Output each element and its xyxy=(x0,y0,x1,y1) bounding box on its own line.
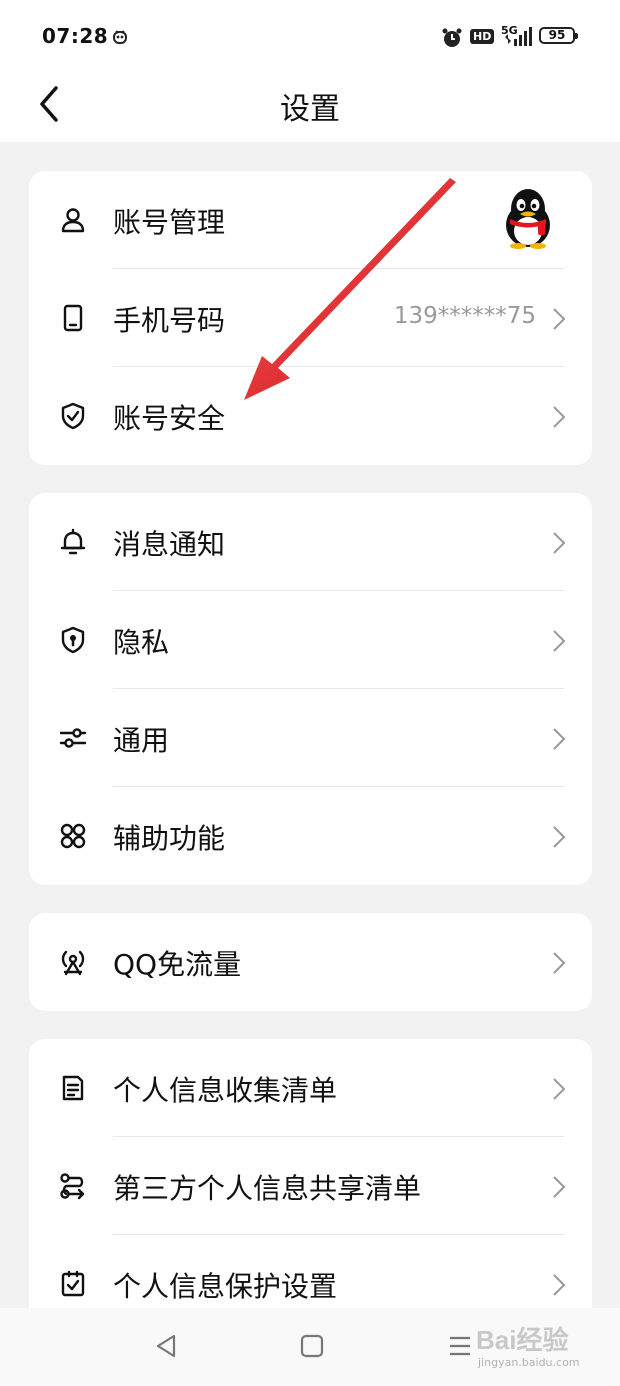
sliders-icon xyxy=(59,728,87,748)
chevron-right-icon xyxy=(553,532,566,554)
general-section: 消息通知 隐私 通用 辅助功能 xyxy=(29,493,592,885)
data-free-section: QQ免流量 xyxy=(29,913,592,1011)
row-label: 个人信息收集清单 xyxy=(113,1074,338,1107)
phone-icon xyxy=(63,304,83,332)
row-label: 通用 xyxy=(113,724,170,757)
app-notification-icon xyxy=(113,30,127,44)
document-icon xyxy=(62,1075,84,1101)
chevron-right-icon xyxy=(553,952,566,974)
info-collection-list-row[interactable]: 个人信息收集清单 xyxy=(29,1039,592,1137)
row-label: 隐私 xyxy=(113,626,170,659)
chevron-right-icon xyxy=(553,630,566,652)
row-label: QQ免流量 xyxy=(113,948,242,981)
general-row[interactable]: 通用 xyxy=(29,689,592,787)
account-security-row[interactable]: 账号安全 xyxy=(29,367,592,465)
chevron-right-icon xyxy=(553,826,566,848)
avatar[interactable] xyxy=(502,187,554,249)
chevron-right-icon xyxy=(553,308,566,330)
status-time: 07:28 xyxy=(42,24,109,48)
nav-back-button[interactable] xyxy=(146,1326,186,1366)
third-party-sharing-list-row[interactable]: 第三方个人信息共享清单 xyxy=(29,1137,592,1235)
chevron-right-icon xyxy=(553,1274,566,1296)
nav-menu-button[interactable] xyxy=(440,1326,480,1366)
row-label: 第三方个人信息共享清单 xyxy=(113,1172,422,1205)
qq-data-free-row[interactable]: QQ免流量 xyxy=(29,913,592,1011)
nav-home-button[interactable] xyxy=(292,1326,332,1366)
row-label: 辅助功能 xyxy=(113,822,226,855)
phone-number-row[interactable]: 手机号码 139******75 xyxy=(29,269,592,367)
accessibility-row[interactable]: 辅助功能 xyxy=(29,787,592,885)
status-bar: 07:28 HD 5G 95 xyxy=(0,0,620,76)
shield-check-icon xyxy=(61,402,85,430)
personal-info-section: 个人信息收集清单 第三方个人信息共享清单 个人信息保护设置 xyxy=(29,1039,592,1339)
chevron-right-icon xyxy=(553,406,566,428)
alarm-icon xyxy=(442,28,462,47)
chevron-right-icon xyxy=(553,728,566,750)
battery-indicator: 95 xyxy=(539,27,578,44)
row-label: 手机号码 xyxy=(113,304,226,337)
account-section: 账号管理 手机号码 139******75 账号安全 xyxy=(29,171,592,465)
grid-icon xyxy=(60,823,86,849)
signal-tower-icon xyxy=(61,950,85,976)
notifications-row[interactable]: 消息通知 xyxy=(29,493,592,591)
header-bar: 设置 xyxy=(0,76,620,142)
phone-number-value: 139******75 xyxy=(393,303,536,329)
row-label: 账号安全 xyxy=(113,402,226,435)
row-label: 消息通知 xyxy=(113,528,226,561)
privacy-shield-icon xyxy=(61,626,85,654)
watermark-logo: Bai经验 xyxy=(476,1325,569,1355)
person-icon xyxy=(61,208,85,233)
chevron-right-icon xyxy=(553,1078,566,1100)
hd-icon: HD xyxy=(470,29,495,44)
page-title: 设置 xyxy=(280,92,340,127)
account-management-row[interactable]: 账号管理 xyxy=(29,171,592,269)
watermark-url: jingyan.baidu.com xyxy=(478,1356,580,1369)
chevron-right-icon xyxy=(553,1176,566,1198)
privacy-row[interactable]: 隐私 xyxy=(29,591,592,689)
signal-strength-icon xyxy=(505,27,532,46)
row-label: 个人信息保护设置 xyxy=(113,1270,338,1303)
checkbox-icon xyxy=(61,1270,85,1297)
share-icon xyxy=(60,1173,85,1200)
bell-icon xyxy=(60,528,86,555)
row-label: 账号管理 xyxy=(113,206,226,239)
